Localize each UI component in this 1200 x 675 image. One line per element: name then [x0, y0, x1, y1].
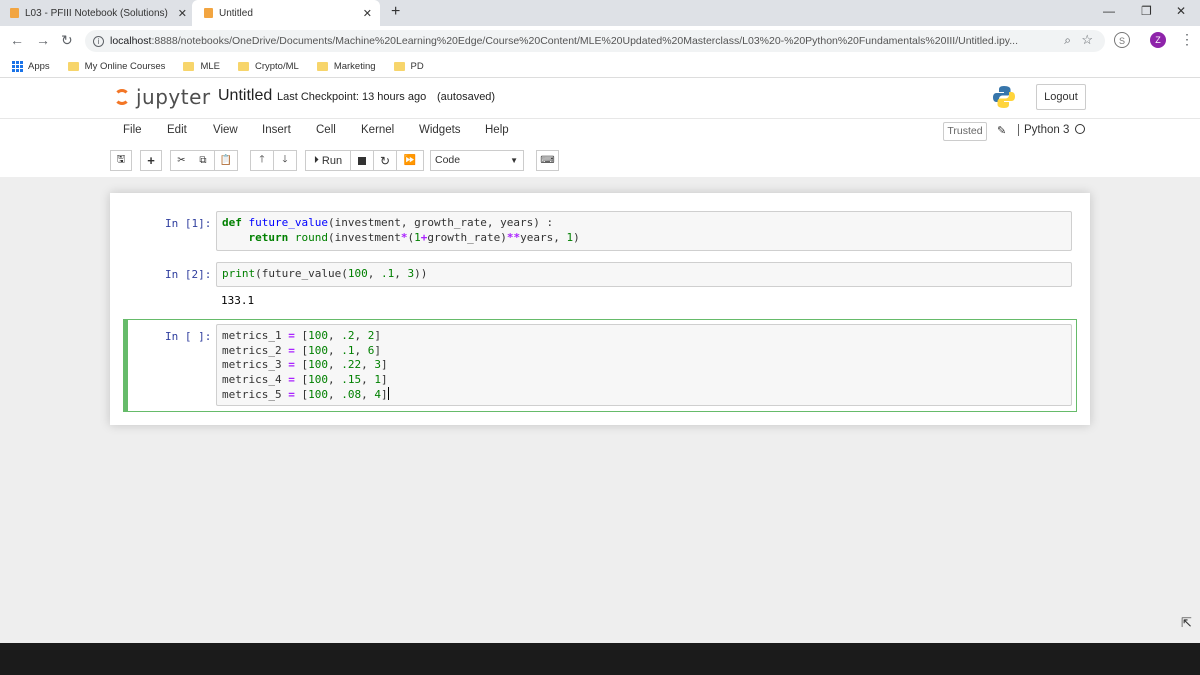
paste-button[interactable]: 📋 — [215, 150, 238, 171]
stop-icon — [358, 156, 366, 165]
run-button[interactable]: ⏵ Run — [305, 150, 351, 171]
autosave-status: (autosaved) — [437, 91, 496, 103]
scissors-icon: ✂ — [177, 155, 186, 166]
mouse-pointer-icon: ⇱ — [1181, 615, 1192, 630]
keyboard-icon: ⌨ — [540, 155, 555, 166]
address-row: ← → ↻ i localhost:8888/notebooks/OneDriv… — [0, 26, 1200, 56]
cell-type-select[interactable]: Code ▼ — [430, 150, 524, 171]
plus-icon: + — [147, 153, 155, 168]
folder-icon — [183, 62, 195, 71]
folder-icon — [67, 62, 79, 71]
text-cursor — [387, 387, 389, 400]
notebook-favicon-icon — [10, 8, 19, 18]
cell-prompt: In [ ]: — [165, 330, 212, 343]
interrupt-button[interactable] — [351, 150, 374, 171]
menu-file[interactable]: File — [123, 124, 142, 136]
close-window-button[interactable]: ✕ — [1176, 4, 1186, 18]
arrow-down-icon: 🡓 — [282, 154, 288, 165]
search-icon[interactable]: ⌕ — [1064, 33, 1071, 48]
url-text[interactable]: localhost:8888/notebooks/OneDrive/Docume… — [110, 35, 1050, 47]
jupyter-logo[interactable]: jupyter — [114, 85, 211, 109]
menu-widgets[interactable]: Widgets — [419, 124, 461, 136]
jupyter-ring-icon — [114, 89, 130, 105]
kernel-indicator[interactable]: Python 3 — [1018, 124, 1086, 136]
bookmark-crypto-ml[interactable]: Crypto/ML — [237, 61, 299, 72]
new-tab-button[interactable]: + — [391, 3, 400, 21]
forward-arrow-icon[interactable]: → — [36, 32, 50, 48]
python-logo-icon — [993, 86, 1015, 108]
restart-button[interactable]: ↻ — [374, 150, 397, 171]
bookmark-apps[interactable]: Apps — [12, 61, 50, 72]
restore-button[interactable]: ❐ — [1141, 4, 1152, 18]
restart-icon: ↻ — [379, 153, 391, 168]
cell-output: 133.1 — [221, 294, 255, 307]
trusted-badge[interactable]: Trusted — [943, 122, 987, 141]
menu-insert[interactable]: Insert — [262, 124, 291, 136]
browser-menu-icon[interactable]: ⋮ — [1180, 31, 1194, 48]
logout-button[interactable]: Logout — [1036, 84, 1086, 110]
menu-help[interactable]: Help — [485, 124, 509, 136]
taskbar — [0, 643, 1200, 675]
cell-prompt: In [1]: — [165, 217, 212, 230]
cell-prompt: In [2]: — [165, 268, 212, 281]
bookmark-my-online-courses[interactable]: My Online Courses — [67, 61, 165, 72]
menu-kernel[interactable]: Kernel — [361, 124, 394, 136]
apps-grid-icon — [12, 61, 23, 72]
cut-button[interactable]: ✂ — [170, 150, 193, 171]
step-forward-icon: ⏵ — [313, 155, 319, 166]
chevron-down-icon: ▼ — [510, 156, 518, 165]
edit-mode-pencil-icon: ✎ — [997, 125, 1007, 137]
menu-cell[interactable]: Cell — [316, 124, 336, 136]
code-text[interactable]: def future_value(investment, growth_rate… — [217, 212, 1071, 249]
extension-icon[interactable]: S — [1114, 32, 1130, 48]
paste-icon: 📋 — [219, 155, 233, 166]
code-text[interactable]: metrics_1 = [100, .2, 2] metrics_2 = [10… — [217, 325, 1071, 407]
bookmark-marketing[interactable]: Marketing — [316, 61, 376, 72]
save-icon: 🖫 — [116, 154, 126, 165]
fast-forward-icon: ⏩ — [403, 155, 417, 166]
code-cell-input[interactable]: print(future_value(100, .1, 3)) — [216, 262, 1072, 287]
checkpoint-status: Last Checkpoint: 13 hours ago — [277, 91, 427, 103]
insert-cell-button[interactable]: + — [140, 150, 162, 171]
close-tab-icon[interactable]: ✕ — [363, 7, 372, 20]
code-cell-input[interactable]: metrics_1 = [100, .2, 2] metrics_2 = [10… — [216, 324, 1072, 406]
move-up-button[interactable]: 🡑 — [250, 150, 274, 171]
save-button[interactable]: 🖫 — [110, 150, 132, 171]
bookmark-star-icon[interactable]: ☆ — [1081, 32, 1093, 48]
bookmark-mle[interactable]: MLE — [183, 61, 220, 72]
browser-tab-strip: L03 - PFIII Notebook (Solutions) ✕ Untit… — [0, 0, 1200, 26]
address-bar[interactable]: i localhost:8888/notebooks/OneDrive/Docu… — [85, 30, 1105, 52]
menu-edit[interactable]: Edit — [167, 124, 187, 136]
copy-button[interactable]: ⧉ — [192, 150, 215, 171]
tab-pfiii-notebook[interactable]: L03 - PFIII Notebook (Solutions) ✕ — [10, 0, 195, 26]
folder-icon — [237, 62, 249, 71]
info-icon[interactable]: i — [93, 35, 104, 47]
folder-icon — [316, 62, 328, 71]
bookmark-pd[interactable]: PD — [393, 61, 424, 72]
jupyter-header: jupyter Untitled Last Checkpoint: 13 hou… — [0, 79, 1200, 119]
kernel-idle-circle-icon — [1075, 124, 1086, 134]
command-palette-button[interactable]: ⌨ — [536, 150, 559, 171]
reload-icon[interactable]: ↻ — [61, 32, 73, 49]
code-text[interactable]: print(future_value(100, .1, 3)) — [217, 263, 1071, 286]
minimize-button[interactable]: — — [1103, 4, 1115, 18]
tab-title: L03 - PFIII Notebook (Solutions) — [25, 7, 168, 19]
copy-icon: ⧉ — [199, 155, 207, 166]
profile-avatar[interactable]: Z — [1150, 32, 1166, 48]
menu-view[interactable]: View — [213, 124, 238, 136]
arrow-up-icon: 🡑 — [259, 154, 265, 165]
folder-icon — [393, 62, 405, 71]
back-arrow-icon[interactable]: ← — [10, 32, 24, 48]
notebook-favicon-icon — [204, 8, 213, 18]
notebook-name[interactable]: Untitled — [218, 87, 272, 105]
tab-title: Untitled — [219, 7, 253, 19]
close-tab-icon[interactable]: ✕ — [178, 7, 187, 20]
bookmarks-bar: Apps My Online Courses MLE Crypto/ML Mar… — [0, 56, 1200, 78]
move-down-button[interactable]: 🡓 — [274, 150, 297, 171]
code-cell-input[interactable]: def future_value(investment, growth_rate… — [216, 211, 1072, 251]
tab-untitled[interactable]: Untitled ✕ — [192, 0, 380, 26]
restart-run-all-button[interactable]: ⏩ — [397, 150, 424, 171]
